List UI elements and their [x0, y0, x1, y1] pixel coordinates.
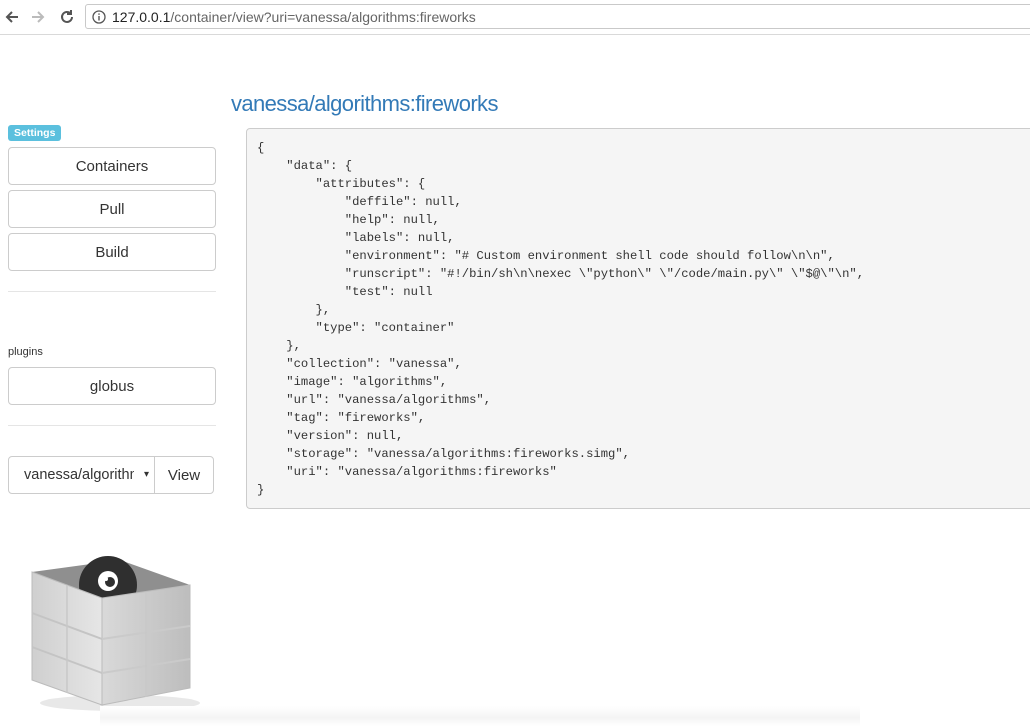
forward-arrow-icon[interactable]: [28, 7, 48, 27]
info-icon[interactable]: [92, 9, 106, 24]
json-line: "environment": "# Custom environment she…: [257, 249, 835, 263]
back-arrow-icon[interactable]: [2, 7, 22, 27]
url-host: 127.0.0.1: [112, 8, 171, 25]
json-line: }: [257, 483, 265, 497]
page-title: vanessa/algorithms:fireworks: [231, 91, 498, 116]
json-line: "runscript": "#!/bin/sh\n\nexec \"python…: [257, 267, 865, 281]
json-line: "help": null,: [257, 213, 440, 227]
singularity-box-logo: [20, 555, 205, 715]
json-line: "storage": "vanessa/algorithms:fireworks…: [257, 447, 630, 461]
pull-button[interactable]: Pull: [8, 190, 216, 228]
globus-button[interactable]: globus: [8, 367, 216, 405]
json-line: "tag": "fireworks",: [257, 411, 426, 425]
containers-button[interactable]: Containers: [8, 147, 216, 185]
container-select-value: vanessa/algorithms:fireworks: [24, 467, 134, 483]
json-line: "attributes": {: [257, 177, 426, 191]
sidebar-divider: [8, 291, 216, 292]
container-select[interactable]: vanessa/algorithms:fireworks ▾: [8, 456, 155, 494]
page-footer-shadow: [100, 706, 860, 726]
address-bar[interactable]: 127.0.0.1/container/view?uri=vanessa/alg…: [85, 4, 1030, 29]
json-line: "uri": "vanessa/algorithms:fireworks": [257, 465, 557, 479]
chevron-down-icon: ▾: [143, 469, 149, 480]
settings-badge: Settings: [8, 125, 62, 141]
sidebar-divider: [8, 425, 216, 426]
json-line: "version": null,: [257, 429, 404, 443]
plugins-label: plugins: [8, 346, 43, 358]
json-line: "image": "algorithms",: [257, 375, 448, 389]
json-line: },: [257, 339, 301, 353]
build-button[interactable]: Build: [8, 233, 216, 271]
container-json: { "data": { "attributes": { "deffile": n…: [246, 128, 1030, 509]
view-button[interactable]: View: [154, 456, 214, 494]
url-text: 127.0.0.1/container/view?uri=vanessa/alg…: [112, 9, 476, 25]
json-line: "test": null: [257, 285, 433, 299]
json-line: "type": "container": [257, 321, 455, 335]
json-line: "labels": null,: [257, 231, 455, 245]
reload-icon[interactable]: [57, 7, 77, 27]
json-line: "data": {: [257, 159, 353, 173]
json-line: "url": "vanessa/algorithms",: [257, 393, 492, 407]
json-line: },: [257, 303, 331, 317]
browser-toolbar: 127.0.0.1/container/view?uri=vanessa/alg…: [0, 0, 1030, 35]
url-path: /container/view?uri=vanessa/algorithms:f…: [170, 8, 476, 25]
json-line: {: [257, 141, 265, 155]
json-line: "deffile": null,: [257, 195, 462, 209]
json-line: "collection": "vanessa",: [257, 357, 462, 371]
